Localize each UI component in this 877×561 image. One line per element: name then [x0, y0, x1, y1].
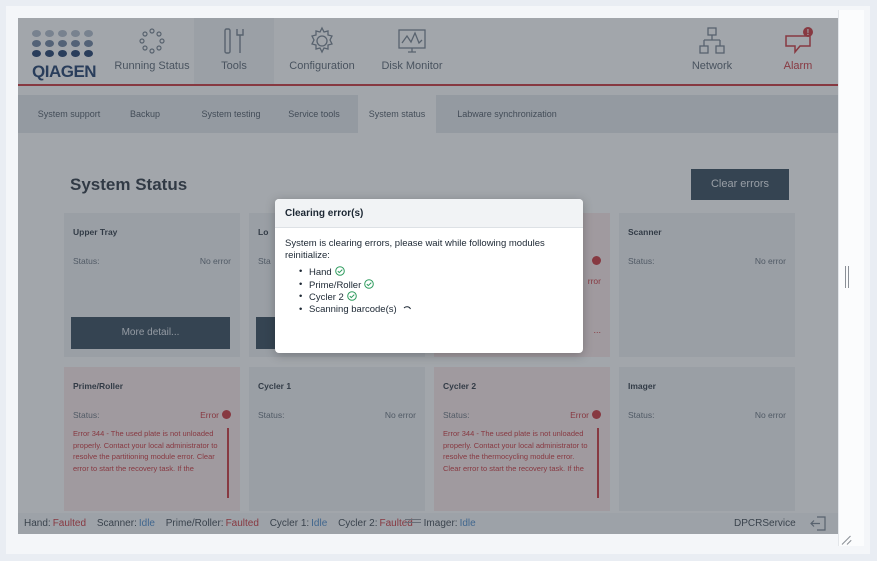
module-item: Hand: [299, 266, 573, 279]
dialog-body: System is clearing errors, please wait w…: [275, 228, 583, 315]
side-panel-strip: [838, 10, 864, 546]
module-name: Scanning barcode(s): [309, 303, 397, 315]
window-resize-corner[interactable]: [842, 534, 852, 544]
panel-resize-handle[interactable]: [844, 266, 850, 288]
check-circle-icon: [364, 278, 375, 289]
loading-spinner-icon: [403, 305, 411, 309]
check-circle-icon: [347, 291, 357, 301]
module-name: Prime/Roller: [309, 279, 362, 291]
check-circle-icon: [334, 266, 345, 276]
module-item: Prime/Roller: [299, 279, 573, 292]
dialog-title: Clearing error(s): [275, 199, 583, 228]
module-name: Hand: [309, 267, 332, 278]
module-list: Hand Prime/Roller Cycler 2 Scanning barc…: [285, 266, 573, 315]
module-item: Cycler 2: [299, 291, 573, 304]
dialog-message: System is clearing errors, please wait w…: [285, 238, 545, 261]
clearing-errors-dialog: Clearing error(s) System is clearing err…: [275, 199, 583, 353]
module-item: Scanning barcode(s): [299, 304, 573, 316]
module-name: Cycler 2: [309, 292, 344, 303]
